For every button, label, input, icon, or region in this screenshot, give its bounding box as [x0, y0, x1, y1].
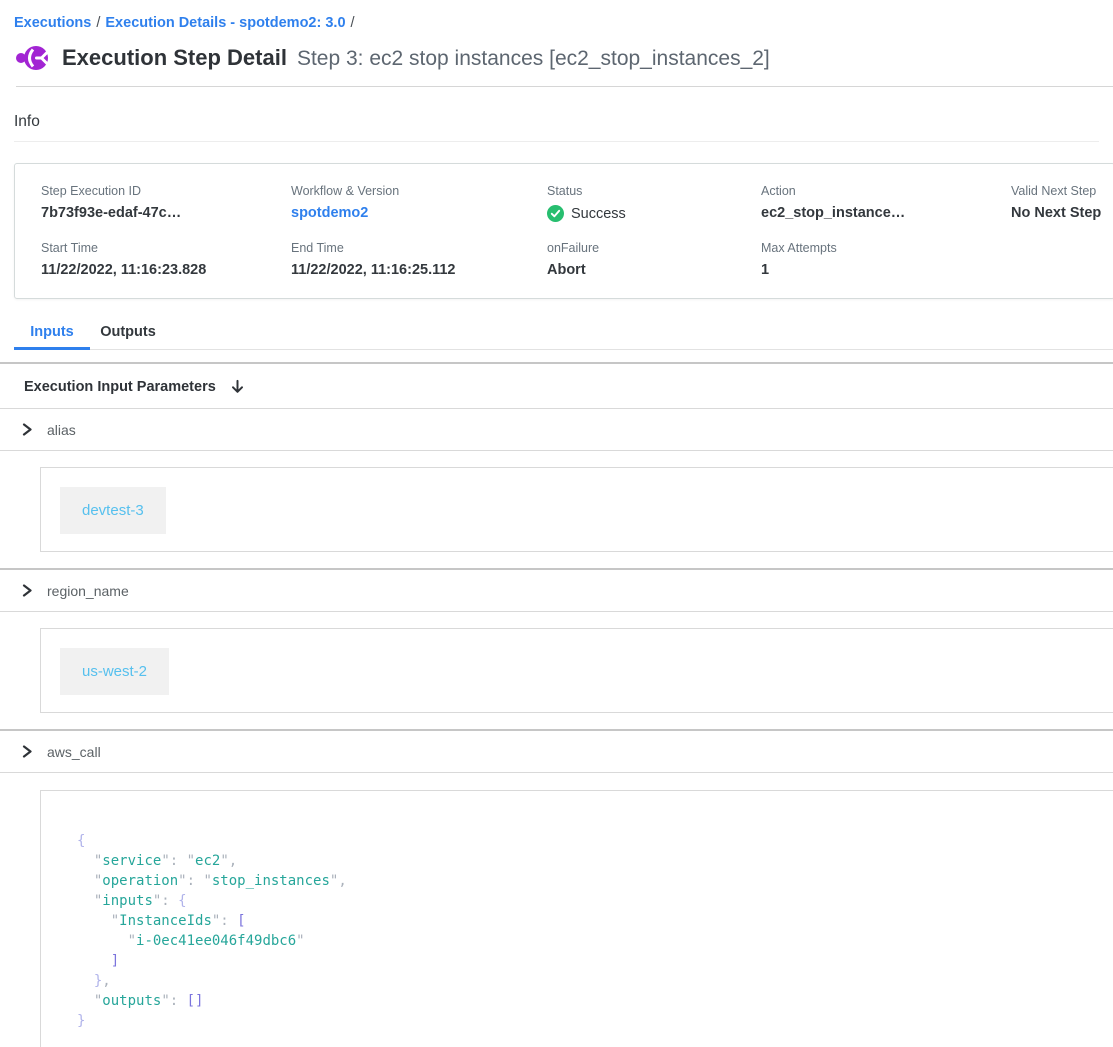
field-action: Action ec2_stop_instance… — [761, 184, 1011, 222]
field-value: ec2_stop_instance… — [761, 205, 1011, 221]
field-value: 7b73f93e-edaf-47c… — [41, 205, 291, 221]
param-header-alias[interactable]: alias — [0, 409, 1113, 451]
success-check-icon — [547, 205, 564, 222]
param-section-alias: alias devtest-3 — [0, 409, 1113, 552]
param-content-alias: devtest-3 — [40, 467, 1113, 552]
param-section-aws-call: aws_call { "service": "ec2", "operation"… — [0, 731, 1113, 1047]
breadcrumb: Executions/Execution Details - spotdemo2… — [0, 0, 1113, 31]
field-label: Workflow & Version — [291, 184, 547, 198]
field-value: 11/22/2022, 11:16:23.828 — [41, 262, 291, 278]
download-arrow-icon[interactable] — [230, 379, 245, 395]
breadcrumb-link-execution-details[interactable]: Execution Details - spotdemo2: 3.0 — [105, 15, 345, 31]
field-step-execution-id: Step Execution ID 7b73f93e-edaf-47c… — [41, 184, 291, 222]
field-value: Abort — [547, 262, 761, 278]
field-label: Valid Next Step — [1011, 184, 1113, 198]
field-label: Max Attempts — [761, 241, 1011, 255]
field-workflow-version: Workflow & Version spotdemo2 — [291, 184, 547, 222]
field-value: 1 — [761, 262, 1011, 278]
page-subtitle: Step 3: ec2 stop instances [ec2_stop_ins… — [297, 47, 770, 71]
page-title: Execution Step Detail — [62, 45, 287, 71]
param-name: alias — [47, 422, 76, 438]
breadcrumb-link-executions[interactable]: Executions — [14, 15, 91, 31]
chevron-right-icon — [20, 745, 33, 758]
execution-input-parameters-label: Execution Input Parameters — [24, 379, 216, 395]
field-value: No Next Step — [1011, 205, 1113, 221]
info-section-title: Info — [14, 113, 1099, 142]
field-label: Status — [547, 184, 761, 198]
field-on-failure: onFailure Abort — [547, 241, 761, 278]
tab-inputs[interactable]: Inputs — [14, 319, 90, 349]
field-value: 11/22/2022, 11:16:25.112 — [291, 262, 547, 278]
field-label: Start Time — [41, 241, 291, 255]
breadcrumb-separator: / — [91, 15, 105, 31]
param-header-region-name[interactable]: region_name — [0, 570, 1113, 612]
param-value-chip: us-west-2 — [60, 648, 169, 695]
field-start-time: Start Time 11/22/2022, 11:16:23.828 — [41, 241, 291, 278]
param-header-aws-call[interactable]: aws_call — [0, 731, 1113, 773]
status-badge: Success — [571, 206, 626, 222]
field-valid-next-step: Valid Next Step No Next Step — [1011, 184, 1113, 222]
field-label: Action — [761, 184, 1011, 198]
param-name: aws_call — [47, 744, 101, 760]
param-content-aws-call: { "service": "ec2", "operation": "stop_i… — [40, 790, 1113, 1047]
param-name: region_name — [47, 583, 129, 599]
param-content-region-name: us-west-2 — [40, 628, 1113, 713]
param-section-region-name: region_name us-west-2 — [0, 570, 1113, 713]
field-status: Status Success — [547, 184, 761, 222]
field-end-time: End Time 11/22/2022, 11:16:25.112 — [291, 241, 547, 278]
execution-input-parameters-header: Execution Input Parameters — [0, 364, 1113, 409]
workflow-link[interactable]: spotdemo2 — [291, 205, 547, 221]
field-label: onFailure — [547, 241, 761, 255]
breadcrumb-separator: / — [346, 15, 360, 31]
json-code-block: { "service": "ec2", "operation": "stop_i… — [77, 831, 1113, 1031]
tab-bar: Inputs Outputs — [14, 319, 1113, 350]
field-max-attempts: Max Attempts 1 — [761, 241, 1011, 278]
tab-outputs[interactable]: Outputs — [90, 319, 166, 349]
workflow-logo-icon — [16, 44, 50, 72]
field-label: End Time — [291, 241, 547, 255]
chevron-right-icon — [20, 423, 33, 436]
field-label: Step Execution ID — [41, 184, 291, 198]
page-header: Execution Step Detail Step 3: ec2 stop i… — [16, 44, 1113, 87]
param-value-chip: devtest-3 — [60, 487, 166, 534]
info-card: Step Execution ID 7b73f93e-edaf-47c… Wor… — [14, 163, 1113, 299]
chevron-right-icon — [20, 584, 33, 597]
